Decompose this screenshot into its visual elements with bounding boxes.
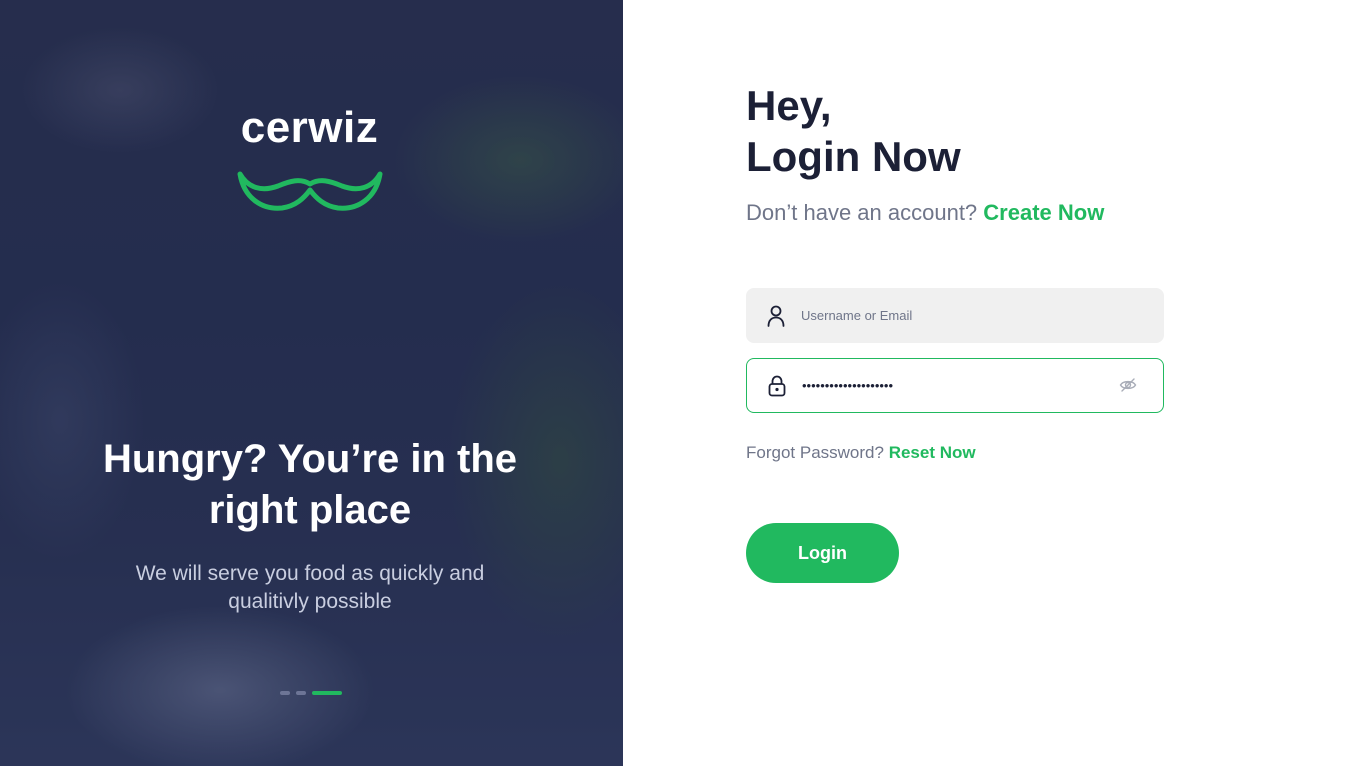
carousel-indicator	[280, 691, 342, 695]
title-greeting: Hey,	[746, 82, 832, 129]
hero-tagline: Hungry? You’re in the right place	[102, 437, 518, 532]
carousel-dot-active[interactable]	[312, 691, 342, 695]
user-icon	[766, 305, 786, 327]
hero-panel: cerwiz Hungry? You’re in the right place…	[0, 0, 623, 766]
brand-name: cerwiz	[240, 103, 379, 152]
create-account-link[interactable]: Create Now	[983, 200, 1104, 225]
password-input[interactable]	[802, 378, 1102, 393]
forgot-password: Forgot Password? Reset Now	[746, 443, 976, 463]
username-field[interactable]	[746, 288, 1164, 343]
forgot-password-text: Forgot Password?	[746, 443, 884, 462]
login-panel: Hey, Login Now Don’t have an account? Cr…	[623, 0, 1362, 766]
title-main: Login Now	[746, 133, 961, 180]
login-button[interactable]: Login	[746, 523, 899, 583]
reset-password-link[interactable]: Reset Now	[889, 443, 976, 462]
brand-logo: cerwiz	[0, 100, 623, 214]
signup-prompt-text: Don’t have an account?	[746, 200, 978, 225]
eye-off-icon[interactable]	[1119, 376, 1137, 399]
carousel-dot[interactable]	[296, 691, 306, 695]
username-input[interactable]	[801, 308, 1101, 323]
password-field[interactable]	[746, 358, 1164, 413]
signup-prompt: Don’t have an account? Create Now	[746, 200, 1104, 226]
page-title: Hey, Login Now	[746, 80, 961, 182]
hero-subtitle: We will serve you food as quickly and qu…	[135, 562, 485, 613]
carousel-dot[interactable]	[280, 691, 290, 695]
mustache-icon	[237, 171, 383, 211]
lock-icon	[767, 375, 787, 397]
